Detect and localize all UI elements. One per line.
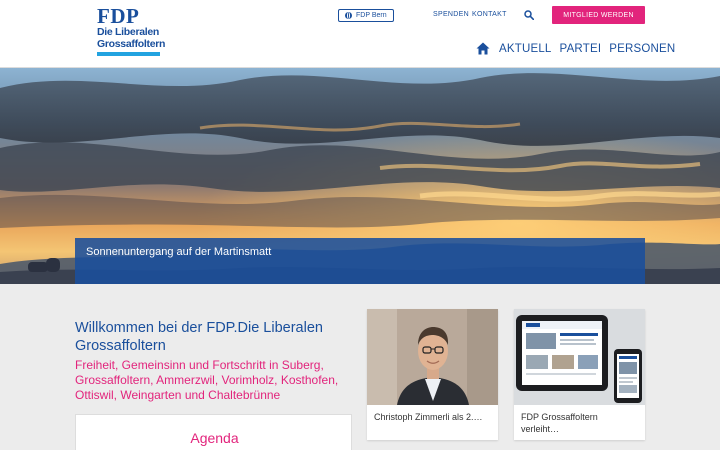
hero-caption: Sonnenuntergang auf der Martinsmatt bbox=[75, 238, 645, 284]
logo-accent-bar bbox=[97, 52, 160, 56]
hero-banner: Sonnenuntergang auf der Martinsmatt bbox=[0, 68, 720, 284]
logo-brand: FDP bbox=[97, 4, 140, 28]
devices-image bbox=[514, 309, 645, 405]
globe-icon bbox=[345, 12, 352, 19]
news-card-zimmerli[interactable]: Christoph Zimmerli als 2.… bbox=[367, 309, 498, 440]
agenda-panel: Agenda bbox=[75, 414, 352, 450]
portrait-image bbox=[367, 309, 498, 405]
welcome-title: Willkommen bei der FDP.Die Liberalen Gro… bbox=[75, 320, 323, 354]
spenden-link[interactable]: SPENDEN bbox=[433, 11, 469, 18]
nav-item-partei[interactable]: PARTEI bbox=[560, 43, 602, 55]
agenda-title: Agenda bbox=[190, 430, 239, 446]
main-nav: AKTUELL PARTEI PERSONEN bbox=[476, 42, 675, 55]
card-title: FDP Grossaffoltern verleiht… bbox=[521, 412, 598, 434]
card-title: Christoph Zimmerli als 2.… bbox=[374, 412, 483, 422]
fdp-bern-label: FDP Bern bbox=[356, 12, 387, 19]
search-icon[interactable] bbox=[524, 10, 534, 20]
site-header: FDP Die Liberalen Grossaffoltern FDP Ber… bbox=[0, 0, 720, 68]
fdp-logo[interactable]: FDP Die Liberalen Grossaffoltern bbox=[97, 4, 166, 56]
welcome-subtitle: Freiheit, Gemeinsinn und Fortschritt in … bbox=[75, 358, 339, 402]
home-icon[interactable] bbox=[476, 42, 490, 55]
logo-line-2: Grossaffoltern bbox=[97, 38, 166, 50]
nav-item-personen[interactable]: PERSONEN bbox=[609, 43, 675, 55]
logo-line-1: Die Liberalen bbox=[97, 26, 160, 38]
kontakt-link[interactable]: KONTAKT bbox=[472, 11, 507, 18]
main-content: Willkommen bei der FDP.Die Liberalen Gro… bbox=[0, 284, 720, 450]
become-member-button[interactable]: MITGLIED WERDEN bbox=[552, 6, 645, 24]
news-card-verleiht[interactable]: FDP Grossaffoltern verleiht… bbox=[514, 309, 645, 440]
nav-item-aktuell[interactable]: AKTUELL bbox=[499, 43, 552, 55]
fdp-bern-button[interactable]: FDP Bern bbox=[338, 9, 394, 22]
